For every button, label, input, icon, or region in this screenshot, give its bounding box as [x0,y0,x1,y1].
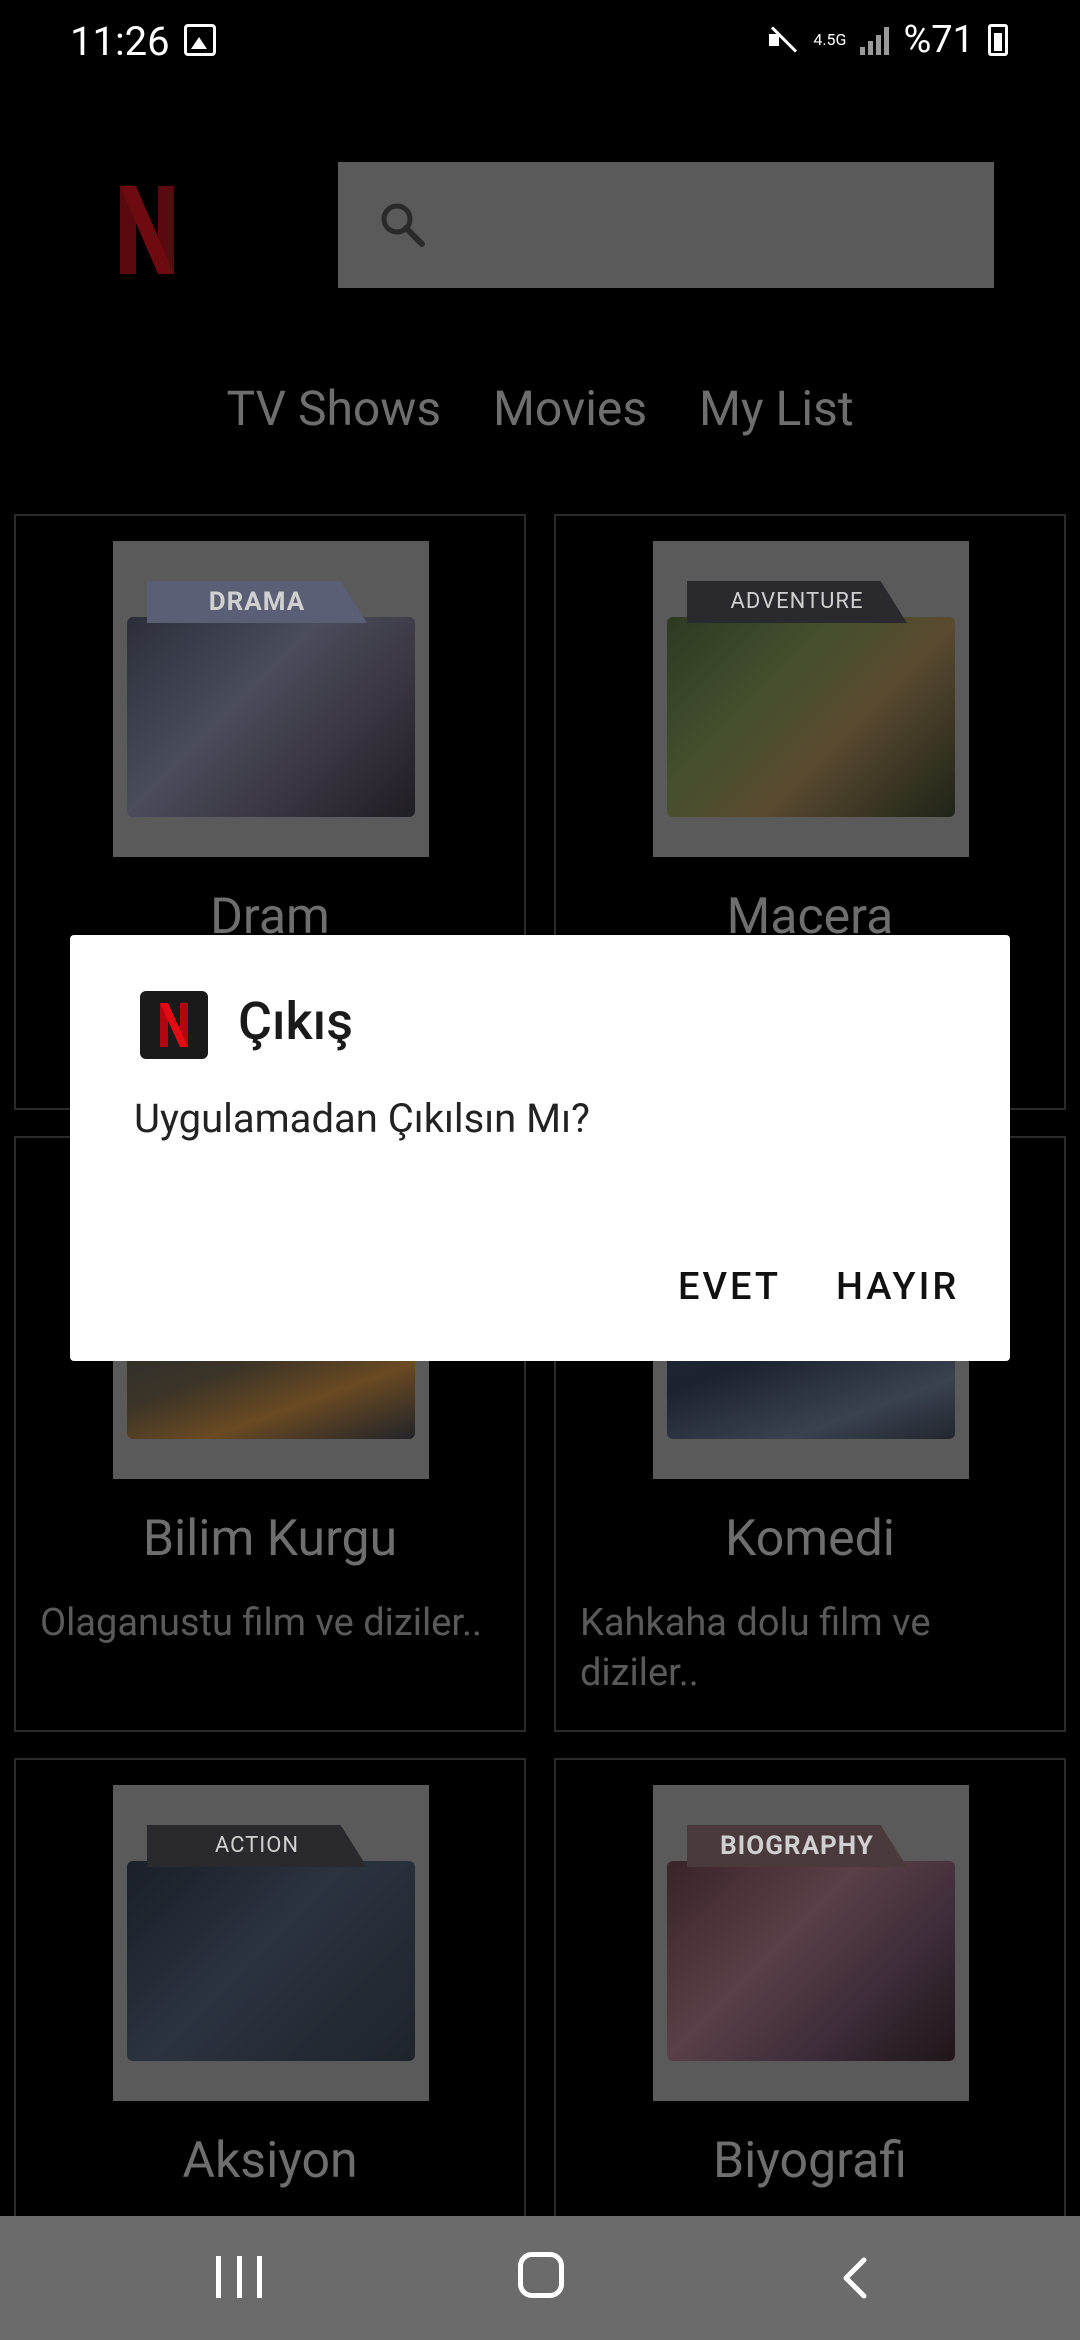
status-indicators: 4.5G %71 [767,18,1008,62]
signal-icon [860,25,890,55]
mute-icon [767,24,799,56]
status-bar: 11:26 4.5G %71 [0,0,1080,86]
dialog-message: Uygulamadan Çıkılsın Mı? [134,1095,590,1142]
recents-button[interactable] [216,2256,262,2298]
yes-button[interactable]: EVET [678,1265,781,1309]
battery-percent: %71 [903,18,974,62]
home-button[interactable] [518,2252,564,2298]
no-button[interactable]: HAYIR [836,1265,959,1309]
status-time: 11:26 [70,18,170,65]
battery-icon [988,24,1008,56]
dialog-title: Çıkış [238,991,353,1052]
netflix-logo-icon [160,1003,188,1047]
gallery-icon [184,24,216,56]
app-icon [140,991,208,1059]
exit-dialog: Çıkış Uygulamadan Çıkılsın Mı? EVET HAYI… [70,935,1010,1361]
back-button[interactable] [832,2254,880,2302]
navigation-bar [0,2216,1080,2340]
network-type: 4.5G [813,30,847,49]
